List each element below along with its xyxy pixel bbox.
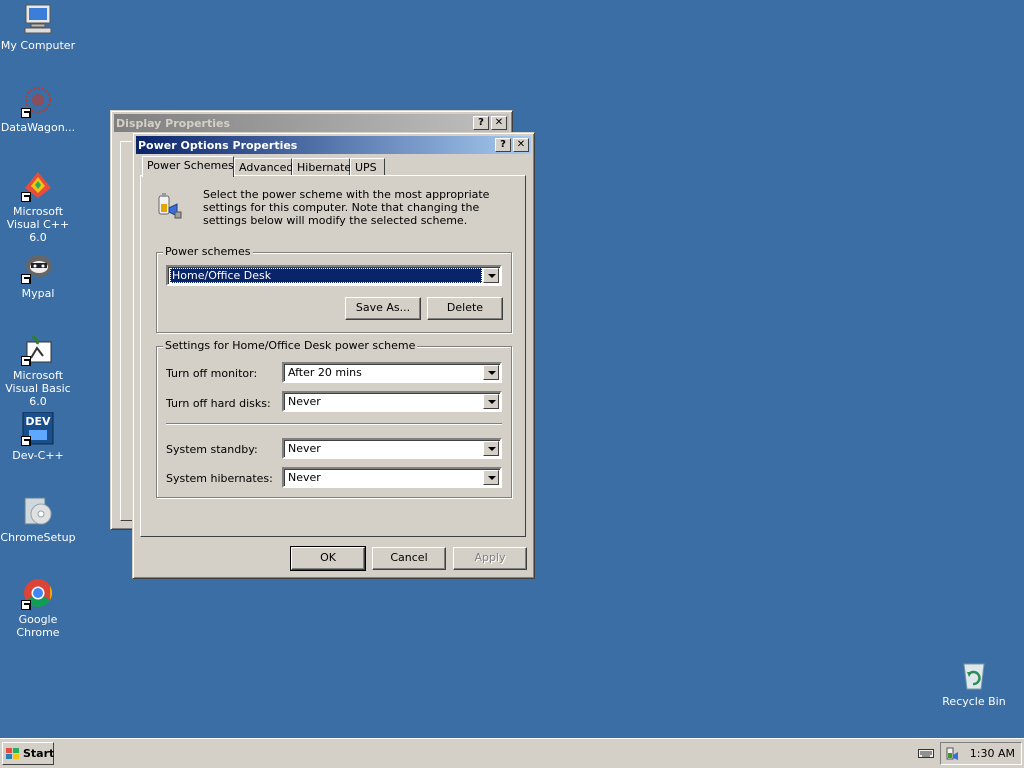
settings-divider xyxy=(166,423,502,425)
desktop-icon-datawagon[interactable]: DataWagon... xyxy=(0,84,78,134)
system-standby-label: System standby: xyxy=(166,443,258,456)
desktop-icon-label: ChromeSetup xyxy=(0,531,76,544)
close-button[interactable]: ✕ xyxy=(513,138,529,152)
recycle-bin-icon xyxy=(957,658,991,692)
shortcut-arrow-icon xyxy=(21,436,31,446)
keyboard-icon[interactable] xyxy=(918,747,934,759)
cancel-button[interactable]: Cancel xyxy=(372,547,446,570)
power-schemes-panel: Select the power scheme with the most ap… xyxy=(140,175,526,537)
chevron-down-icon[interactable] xyxy=(483,365,499,380)
system-standby-value: Never xyxy=(288,442,321,455)
shortcut-arrow-icon xyxy=(21,600,31,610)
my-computer-icon xyxy=(21,2,55,36)
shortcut-arrow-icon xyxy=(21,356,31,366)
mypal-icon xyxy=(21,250,55,284)
desktop-icon-visual-basic[interactable]: Microsoft Visual Basic 6.0 xyxy=(0,332,78,408)
power-schemes-group: Power schemes Home/Office Desk Save As..… xyxy=(156,245,512,333)
turn-off-monitor-select[interactable]: After 20 mins xyxy=(282,362,502,383)
shortcut-arrow-icon xyxy=(21,192,31,202)
power-tray-icon[interactable] xyxy=(944,746,960,762)
desktop-icon-mypal[interactable]: Mypal xyxy=(0,250,78,300)
windows-logo-icon xyxy=(6,747,20,760)
desktop-icon-label: DataWagon... xyxy=(0,121,76,134)
turn-off-hard-disks-select[interactable]: Never xyxy=(282,391,502,412)
window-title: Display Properties xyxy=(116,116,231,130)
display-properties-titlebar[interactable]: Display Properties ? ✕ xyxy=(114,114,509,132)
chevron-down-icon[interactable] xyxy=(483,394,499,409)
ok-button[interactable]: OK xyxy=(290,546,366,571)
desktop-icon-dev-cpp[interactable]: DEV Dev-C++ xyxy=(0,411,78,462)
tab-hibernate[interactable]: Hibernate xyxy=(292,158,351,176)
scheme-settings-group: Settings for Home/Office Desk power sche… xyxy=(156,339,512,498)
desktop-icon-label: Microsoft Visual Basic 6.0 xyxy=(5,369,71,408)
system-hibernates-value: Never xyxy=(288,471,321,484)
system-standby-select[interactable]: Never xyxy=(282,438,502,459)
system-hibernates-select[interactable]: Never xyxy=(282,467,502,488)
turn-off-hard-disks-label: Turn off hard disks: xyxy=(166,397,271,410)
chevron-down-icon[interactable] xyxy=(483,441,499,456)
power-scheme-description: Select the power scheme with the most ap… xyxy=(203,188,490,227)
desktop-icon-label: Google Chrome xyxy=(16,613,60,639)
help-button[interactable]: ? xyxy=(473,116,489,130)
desktop-icon-google-chrome[interactable]: Google Chrome xyxy=(0,576,78,639)
close-button[interactable]: ✕ xyxy=(491,116,507,130)
chevron-down-icon[interactable] xyxy=(483,268,499,283)
start-button[interactable]: Start xyxy=(2,742,54,765)
system-hibernates-label: System hibernates: xyxy=(166,472,273,485)
turn-off-monitor-value: After 20 mins xyxy=(288,366,362,379)
dev-cpp-icon: DEV xyxy=(21,411,55,446)
datawagon-icon xyxy=(21,84,55,118)
tab-power-schemes[interactable]: Power Schemes xyxy=(142,156,234,177)
tab-ups[interactable]: UPS xyxy=(350,158,385,176)
apply-button[interactable]: Apply xyxy=(453,547,527,570)
desktop-icon-chromesetup[interactable]: ChromeSetup xyxy=(0,494,78,544)
chrome-icon xyxy=(21,576,55,610)
setup-installer-icon xyxy=(21,494,55,528)
visual-cpp-icon xyxy=(21,168,55,202)
shortcut-arrow-icon xyxy=(21,108,31,118)
start-label: Start xyxy=(23,747,55,760)
delete-button[interactable]: Delete xyxy=(427,297,503,320)
desktop-icon-label: Mypal xyxy=(21,287,55,300)
system-tray: 1:30 AM xyxy=(940,742,1022,765)
chevron-down-icon[interactable] xyxy=(483,470,499,485)
power-options-window[interactable]: Power Options Properties ? ✕ Power Schem… xyxy=(132,132,535,579)
shortcut-arrow-icon xyxy=(21,274,31,284)
svg-text:DEV: DEV xyxy=(25,415,51,428)
visual-basic-icon xyxy=(21,332,55,366)
window-title: Power Options Properties xyxy=(138,138,298,152)
clock[interactable]: 1:30 AM xyxy=(970,747,1015,760)
power-battery-icon xyxy=(153,190,185,222)
power-scheme-value: Home/Office Desk xyxy=(170,268,482,283)
help-button[interactable]: ? xyxy=(495,138,511,152)
scheme-settings-label: Settings for Home/Office Desk power sche… xyxy=(163,339,418,352)
tab-advanced[interactable]: Advanced xyxy=(234,158,293,176)
save-as-button[interactable]: Save As... xyxy=(345,297,421,320)
desktop-icon-label: Microsoft Visual C++ 6.0 xyxy=(6,205,70,244)
desktop-icon-label: My Computer xyxy=(0,39,76,52)
power-options-titlebar[interactable]: Power Options Properties ? ✕ xyxy=(136,136,531,154)
turn-off-hard-disks-value: Never xyxy=(288,395,321,408)
taskbar: Start 1:30 AM xyxy=(0,738,1024,768)
desktop-icon-label: Dev-C++ xyxy=(12,449,64,462)
desktop-icon-my-computer[interactable]: My Computer xyxy=(0,2,78,52)
power-scheme-select[interactable]: Home/Office Desk xyxy=(166,265,502,286)
desktop-icon-recycle-bin[interactable]: Recycle Bin xyxy=(934,658,1014,708)
turn-off-monitor-label: Turn off monitor: xyxy=(166,367,258,380)
power-schemes-label: Power schemes xyxy=(163,245,253,258)
desktop-icon-visual-cpp[interactable]: Microsoft Visual C++ 6.0 xyxy=(0,168,78,244)
desktop-icon-label: Recycle Bin xyxy=(942,695,1006,708)
